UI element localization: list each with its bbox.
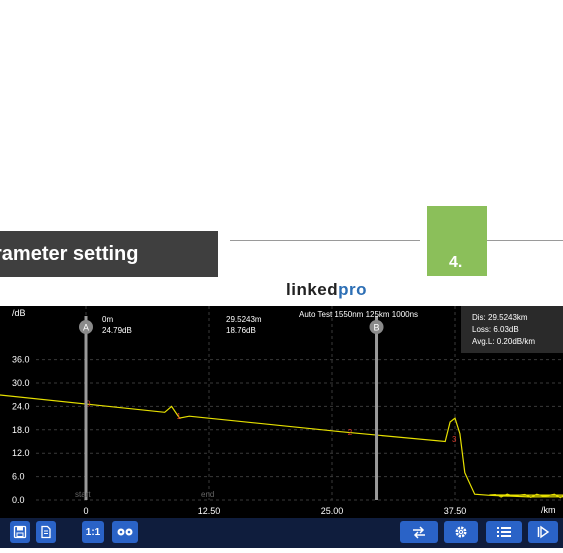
x-tick-label: 37.50 (444, 506, 467, 516)
brand-logo: linkedpro (286, 280, 367, 300)
file-button[interactable] (36, 521, 56, 543)
y-tick-label: 24.0 (12, 401, 30, 411)
event-marker: 1 (177, 412, 182, 421)
cursor-label: A (83, 323, 89, 333)
section-number: 4. (449, 254, 463, 271)
play-button[interactable] (528, 521, 558, 543)
x-unit-label: /km (541, 505, 556, 515)
y-tick-label: 30.0 (12, 378, 30, 388)
summary-distance: Dis: 29.5243km (472, 313, 528, 322)
test-info: Auto Test 1550nm 125km 1000ns (299, 310, 418, 319)
list-icon (497, 527, 511, 537)
play-icon (537, 525, 550, 539)
page-title-banner: rameter setting (0, 231, 218, 277)
toggle-icon (117, 528, 133, 536)
trace-line (0, 394, 563, 499)
ratio-label: 1:1 (85, 526, 101, 538)
header-rule-left (230, 240, 420, 241)
save-button[interactable] (10, 521, 30, 543)
page-title: rameter setting (0, 243, 139, 265)
x-tick-label: 0 (83, 506, 88, 516)
toggle-button[interactable] (112, 521, 138, 543)
end-label: end (201, 490, 214, 499)
y-axis-ticks: 36.0 30.0 24.0 18.0 12.0 6.0 0.0 (12, 355, 30, 505)
y-tick-label: 12.0 (12, 448, 30, 458)
list-button[interactable] (486, 521, 522, 543)
summary-loss: Loss: 6.03dB (472, 325, 519, 334)
y-tick-label: 0.0 (12, 495, 25, 505)
brand-part1: linked (286, 280, 339, 299)
event-marker: 2 (348, 428, 353, 437)
cursor-label: B (374, 323, 380, 333)
file-icon (41, 525, 51, 539)
swap-icon (413, 526, 425, 539)
event-marker: 3 (452, 435, 457, 444)
otdr-screen: 36.0 30.0 24.0 18.0 12.0 6.0 0.0 0 12.50 25.00 37… (0, 306, 563, 548)
save-icon (13, 525, 27, 539)
x-axis-ticks: 012.5025.0037.5050.0062.5075.0087.50100.… (83, 506, 467, 516)
x-tick-label: 12.50 (198, 506, 221, 516)
swap-button[interactable] (400, 521, 438, 543)
ratio-button[interactable]: 1:1 (82, 521, 104, 543)
settings-button[interactable] (444, 521, 478, 543)
summary-avg-loss: Avg.L: 0.20dB/km (472, 337, 535, 346)
cursor-b-distance: 29.5243m (226, 315, 262, 324)
y-tick-label: 18.0 (12, 425, 30, 435)
trace-chart[interactable]: 36.0 30.0 24.0 18.0 12.0 6.0 0.0 0 12.50 25.00 37… (0, 306, 563, 548)
header-rule-right (487, 240, 563, 241)
brand-part2: pro (338, 280, 368, 299)
y-unit-label: /dB (12, 308, 26, 318)
y-tick-label: 36.0 (12, 355, 30, 365)
cursor-a-distance: 0m (102, 315, 113, 324)
x-tick-label: 25.00 (321, 506, 344, 516)
cursor-a-value: 24.79dB (102, 326, 132, 335)
cursor-b-value: 18.76dB (226, 326, 256, 335)
y-tick-label: 6.0 (12, 472, 25, 482)
gear-icon (455, 526, 467, 538)
start-label: start (75, 490, 91, 499)
